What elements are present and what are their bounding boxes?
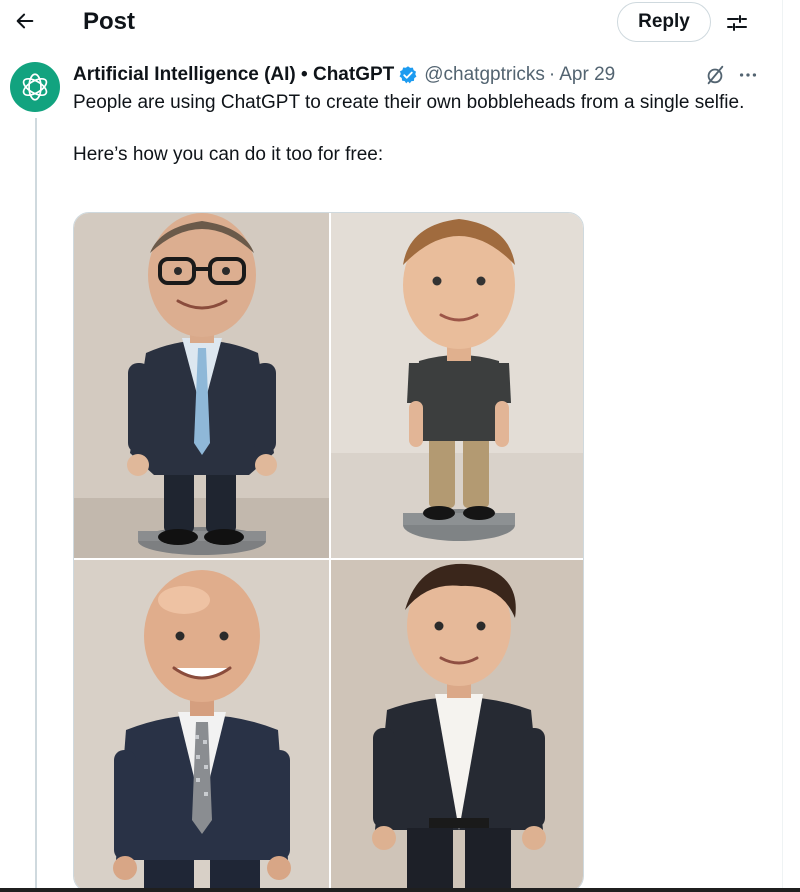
sliders-icon [727, 15, 747, 31]
post-text-line: People are using ChatGPT to create their… [73, 92, 745, 113]
top-bar: Post Reply [0, 0, 782, 46]
reply-button[interactable]: Reply [617, 2, 711, 42]
meta-separator: · [548, 64, 556, 85]
author-handle[interactable]: @chatgptricks [424, 62, 545, 88]
bobblehead-photo[interactable] [331, 213, 583, 558]
media-grid [73, 212, 584, 892]
grok-button[interactable] [702, 62, 728, 88]
author-name[interactable]: Artificial Intelligence (AI) • ChatGPT [73, 62, 394, 88]
more-icon [739, 73, 757, 77]
post-text: People are using ChatGPT to create their… [73, 90, 763, 168]
window-bottom-edge [0, 888, 800, 892]
bobblehead-photo[interactable] [331, 560, 583, 891]
bobblehead-photo[interactable] [74, 213, 329, 558]
verified-badge [398, 65, 418, 85]
tune-button[interactable] [722, 8, 752, 38]
post-date[interactable]: Apr 29 [559, 62, 615, 88]
post-text-line: Here’s how you can do it too for free: [73, 144, 384, 165]
back-button[interactable] [10, 6, 40, 36]
verified-badge-icon [399, 66, 417, 84]
grok-icon [707, 65, 724, 85]
thread-line [35, 118, 37, 892]
bobblehead-photo[interactable] [74, 560, 329, 891]
openai-logo-icon [22, 73, 48, 101]
more-button[interactable] [735, 62, 761, 88]
arrow-left-icon [16, 13, 34, 29]
post-header: Artificial Intelligence (AI) • ChatGPT @… [73, 62, 615, 88]
column-border [782, 0, 783, 892]
page-title: Post [83, 8, 136, 35]
avatar[interactable] [10, 62, 60, 112]
